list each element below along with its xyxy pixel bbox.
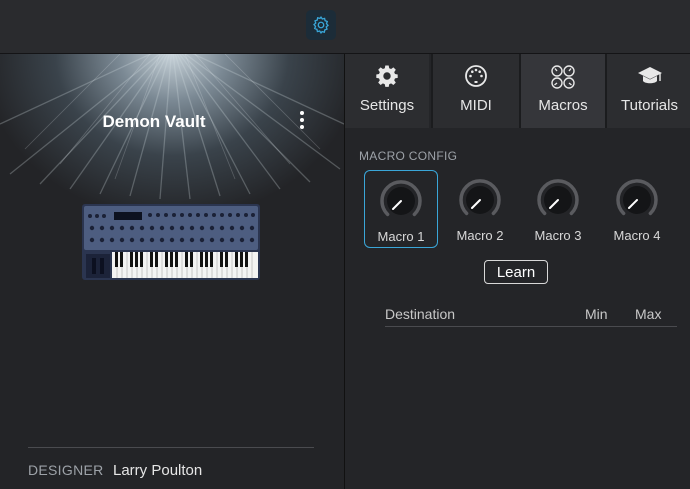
- knob-icon: [459, 179, 501, 216]
- synthesizer-image: [82, 204, 260, 280]
- macro-label: Macro 2: [456, 228, 504, 243]
- top-bar: [0, 0, 690, 54]
- side-panel: Settings MIDI Macros Tutorials MACRO CON…: [345, 54, 690, 489]
- macro-3[interactable]: Macro 3: [522, 170, 594, 246]
- preset-title: Demon Vault: [102, 112, 206, 131]
- macro-4[interactable]: Macro 4: [601, 170, 673, 246]
- tab-macros[interactable]: Macros: [519, 54, 605, 128]
- macro-label: Macro 4: [613, 228, 661, 243]
- gear-icon: [376, 65, 398, 87]
- tab-settings[interactable]: Settings: [345, 54, 429, 128]
- tab-midi[interactable]: MIDI: [431, 54, 519, 128]
- kebab-dot: [300, 118, 304, 122]
- macro-knobs-icon: [551, 65, 575, 89]
- tab-label: Tutorials: [621, 97, 678, 114]
- midi-port-icon: [465, 65, 487, 87]
- macro-config-label: MACRO CONFIG: [359, 149, 458, 163]
- macro-label: Macro 1: [377, 229, 425, 244]
- kebab-dot: [300, 125, 304, 129]
- tab-label: Macros: [538, 97, 588, 114]
- macro-label: Macro 3: [534, 228, 582, 243]
- column-destination: Destination: [385, 306, 456, 322]
- section-divider: [28, 447, 314, 448]
- settings-gear-button[interactable]: [306, 10, 336, 40]
- preset-options-menu[interactable]: [293, 107, 311, 133]
- tab-label: MIDI: [460, 97, 492, 114]
- knob-icon: [380, 180, 422, 217]
- kebab-dot: [300, 111, 304, 115]
- macro-1[interactable]: Macro 1: [364, 170, 438, 248]
- destination-table-header: Destination Min Max: [385, 306, 677, 327]
- tab-label: Settings: [359, 97, 415, 114]
- preset-hero-image: Demon Vault: [0, 54, 344, 204]
- column-max: Max: [635, 306, 662, 322]
- macro-2[interactable]: Macro 2: [444, 170, 516, 246]
- designer-label: DESIGNER: [28, 462, 104, 478]
- tab-tutorials[interactable]: Tutorials: [605, 54, 690, 128]
- learn-button[interactable]: Learn: [484, 260, 548, 284]
- knob-icon: [616, 179, 658, 216]
- gear-icon: [313, 15, 329, 35]
- column-min: Min: [585, 306, 608, 322]
- knob-icon: [537, 179, 579, 216]
- designer-value: Larry Poulton: [113, 462, 203, 479]
- preset-panel: Demon Vault DESIGNER Larry Poulton: [0, 54, 345, 489]
- graduation-cap-icon: [637, 67, 662, 84]
